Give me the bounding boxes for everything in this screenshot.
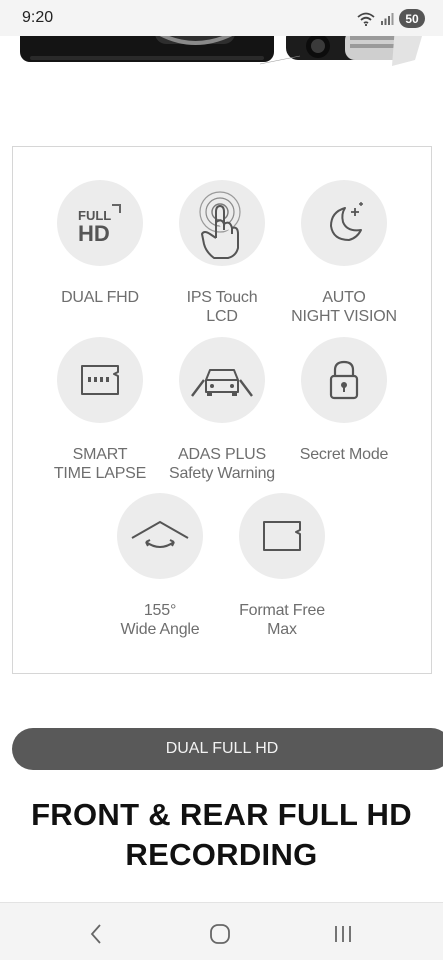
feature-format-free: Format Free Max (222, 493, 342, 639)
feature-label: Format Free Max (239, 602, 325, 638)
moon-stars-icon (301, 180, 387, 266)
feature-dual-fhd: FULL HD DUAL FHD (40, 180, 160, 307)
status-icons: 50 (357, 9, 425, 28)
memory-card-icon (57, 337, 143, 423)
product-image (0, 36, 443, 92)
feature-night-vision: AUTO NIGHT VISION (284, 180, 404, 326)
feature-grid: FULL HD DUAL FHD IPS Touch LCD AUTO NIGH… (12, 146, 432, 674)
status-bar: 9:20 50 (0, 0, 443, 36)
feature-label: 155° Wide Angle (120, 602, 200, 638)
recent-apps-icon (335, 926, 351, 942)
wifi-icon (357, 12, 375, 26)
feature-wide-angle: 155° Wide Angle (100, 493, 220, 639)
feature-label: DUAL FHD (61, 289, 139, 306)
navigation-bar (0, 902, 443, 960)
padlock-icon (301, 337, 387, 423)
full-hd-icon: FULL HD (57, 180, 143, 266)
feature-adas: ADAS PLUS Safety Warning (162, 337, 282, 483)
feature-label: AUTO NIGHT VISION (291, 289, 397, 325)
home-button[interactable] (200, 919, 240, 949)
page-headline: FRONT & REAR FULL HD RECORDING (31, 797, 412, 872)
dashcam-photo (20, 36, 423, 66)
feature-time-lapse: SMART TIME LAPSE (40, 337, 160, 483)
feature-ips-touch: IPS Touch LCD (162, 180, 282, 326)
feature-label: ADAS PLUS Safety Warning (169, 446, 275, 482)
feature-label: SMART TIME LAPSE (53, 446, 147, 482)
wide-angle-icon (117, 493, 203, 579)
battery-icon: 50 (399, 9, 425, 28)
feature-secret-mode: Secret Mode (284, 337, 404, 464)
back-chevron-icon (90, 924, 101, 944)
home-circle-icon (210, 924, 230, 944)
feature-label: IPS Touch LCD (186, 289, 258, 325)
status-time: 9:20 (22, 9, 54, 26)
sd-card-icon (239, 493, 325, 579)
back-button[interactable] (76, 919, 116, 949)
svg-text:HD: HD (78, 221, 110, 246)
section-banner: DUAL FULL HD (12, 728, 443, 770)
signal-icon (381, 13, 394, 25)
touch-finger-icon (179, 180, 265, 266)
car-lanes-icon (179, 337, 265, 423)
recent-apps-button[interactable] (323, 919, 363, 949)
feature-label: Secret Mode (299, 446, 389, 463)
